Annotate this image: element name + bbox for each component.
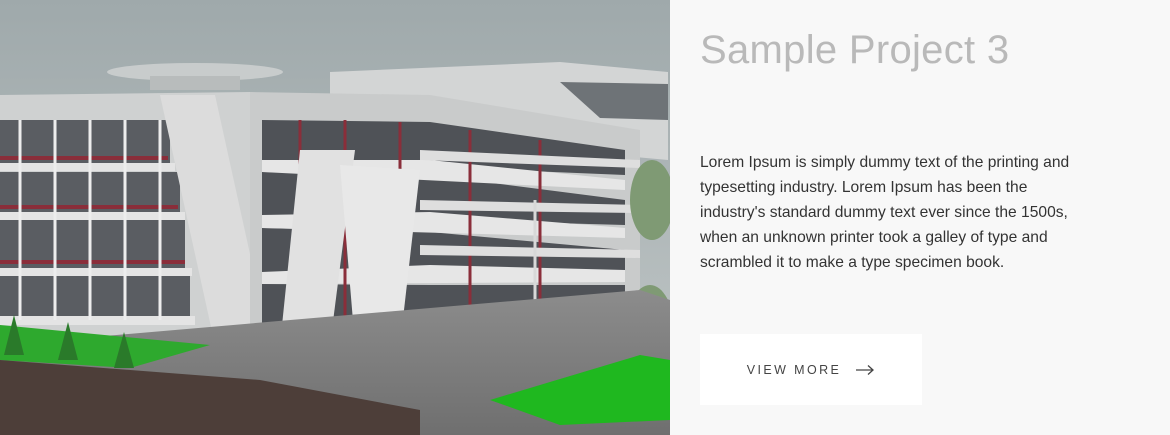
project-image xyxy=(0,0,670,435)
project-title: Sample Project 3 xyxy=(700,28,1010,72)
arrow-right-icon xyxy=(855,364,875,376)
building-rendering-image xyxy=(0,0,670,435)
view-more-label: VIEW MORE xyxy=(746,362,842,377)
project-card: Sample Project 3 Lorem Ipsum is simply d… xyxy=(0,0,1170,435)
project-description: Lorem Ipsum is simply dummy text of the … xyxy=(700,154,1070,271)
view-more-button[interactable]: VIEW MORE xyxy=(700,334,922,405)
project-content: Sample Project 3 Lorem Ipsum is simply d… xyxy=(670,0,1170,435)
